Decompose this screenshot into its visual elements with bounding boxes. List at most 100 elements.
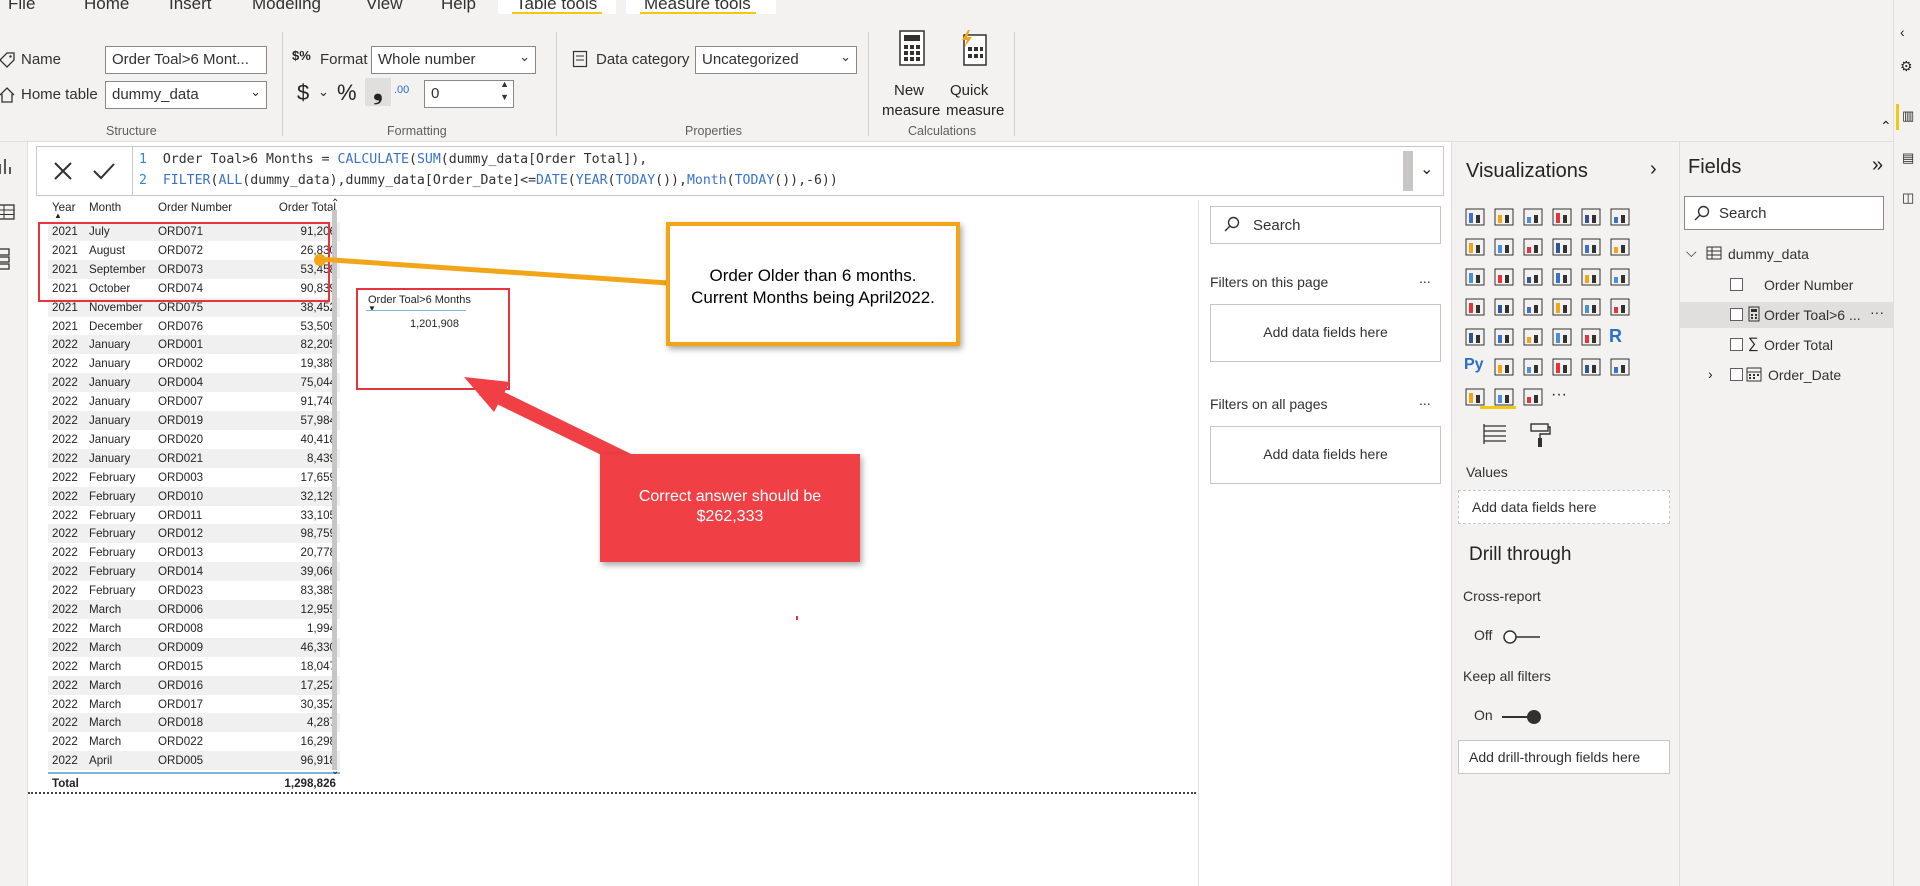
table-visual-icon[interactable]	[1551, 326, 1575, 350]
pane-switch-icon[interactable]: ▤	[1902, 150, 1914, 166]
treemap-icon[interactable]	[1609, 266, 1633, 290]
waterfall-icon[interactable]	[1464, 266, 1488, 290]
orange-connector	[317, 256, 669, 286]
paint-roller-icon[interactable]	[1528, 422, 1552, 453]
key-influencers-icon[interactable]	[1493, 356, 1517, 380]
toggle-switch-icon	[1500, 709, 1542, 724]
power-automate-icon[interactable]	[1522, 386, 1546, 410]
build-visual-icon[interactable]	[1482, 422, 1508, 451]
chevron-down-icon[interactable]: ⌵	[1686, 244, 1697, 261]
filters-on-page-drop[interactable]: Add data fields here	[1210, 304, 1441, 362]
ribbon-chart-icon[interactable]	[1609, 236, 1633, 260]
chevron-right-icon[interactable]: ›	[1708, 366, 1713, 382]
toggle-state: Off	[1474, 627, 1493, 643]
fields-pane: Fields » Search ⌵ dummy_data Order Numbe…	[1679, 142, 1894, 886]
table-name[interactable]: dummy_data	[1728, 246, 1809, 262]
smart-narrative-icon[interactable]	[1580, 356, 1604, 380]
gauge-icon[interactable]	[1580, 296, 1604, 320]
line-column-icon[interactable]	[1551, 236, 1575, 260]
collapse-fields-icon[interactable]: »	[1872, 154, 1883, 177]
gear-icon[interactable]: ⚙	[1900, 58, 1913, 75]
field-item-selected[interactable]: Order Toal>6 ... ···	[1680, 302, 1894, 328]
values-drop-zone[interactable]: Add data fields here	[1458, 490, 1670, 524]
search-icon	[1223, 215, 1241, 238]
paginated-report-icon[interactable]	[1609, 356, 1633, 380]
filters-search-box[interactable]: Search	[1210, 206, 1441, 244]
drill-through-drop-zone[interactable]: Add drill-through fields here	[1458, 740, 1670, 774]
field-item[interactable]: Order Number	[1680, 272, 1894, 298]
keep-filters-toggle[interactable]: On	[1474, 706, 1554, 726]
stacked-area-icon[interactable]	[1522, 236, 1546, 260]
fields-search-placeholder: Search	[1719, 205, 1767, 222]
line-clustered-icon[interactable]	[1580, 236, 1604, 260]
fields-tab-underline	[1480, 406, 1516, 409]
drop-zone-label: Add data fields here	[1472, 499, 1597, 515]
azure-map-icon[interactable]	[1551, 296, 1575, 320]
pane-switch-icon[interactable]: ◫	[1902, 190, 1914, 206]
chevron-left-icon[interactable]: ‹	[1900, 24, 1905, 40]
note-line-2: Current Months being April2022.	[691, 288, 935, 307]
answer-callout: Correct answer should be $262,333	[600, 454, 860, 562]
stacked-bar-icon[interactable]	[1464, 206, 1488, 230]
fields-search-box[interactable]: Search	[1684, 196, 1884, 230]
field-checkbox[interactable]	[1730, 368, 1743, 381]
filled-map-icon[interactable]	[1493, 296, 1517, 320]
python-visual-icon[interactable]: Py	[1464, 356, 1488, 380]
map-icon[interactable]	[1464, 296, 1488, 320]
keep-filters-label: Keep all filters	[1463, 668, 1551, 684]
field-label: Order Number	[1764, 277, 1854, 293]
decomposition-tree-icon[interactable]	[1522, 356, 1546, 380]
toggle-switch-icon	[1502, 629, 1540, 644]
clustered-bar-icon[interactable]	[1522, 206, 1546, 230]
multi-row-card-icon[interactable]	[1464, 326, 1488, 350]
field-checkbox[interactable]	[1730, 338, 1743, 351]
sigma-icon: ∑	[1748, 335, 1759, 352]
active-indicator	[1896, 104, 1899, 130]
table-icon	[1706, 246, 1722, 265]
100-column-icon[interactable]	[1609, 206, 1633, 230]
qa-icon[interactable]	[1551, 356, 1575, 380]
slicer-icon[interactable]	[1522, 326, 1546, 350]
filters-all-pages-label: Filters on all pages	[1210, 396, 1328, 412]
field-item[interactable]: › Order_Date	[1680, 362, 1894, 388]
field-checkbox[interactable]	[1730, 278, 1743, 291]
clustered-column-icon[interactable]	[1551, 206, 1575, 230]
matrix-icon[interactable]	[1580, 326, 1604, 350]
collapse-pane-icon[interactable]: ›	[1650, 158, 1657, 181]
100-bar-icon[interactable]	[1580, 206, 1604, 230]
line-chart-icon[interactable]	[1464, 236, 1488, 260]
shape-map-icon[interactable]	[1522, 296, 1546, 320]
drop-zone-label: Add data fields here	[1263, 446, 1388, 462]
cross-report-toggle[interactable]: Off	[1474, 626, 1554, 646]
more-options-icon[interactable]: ...	[1419, 270, 1431, 286]
card-icon[interactable]	[1609, 296, 1633, 320]
donut-chart-icon[interactable]	[1580, 266, 1604, 290]
more-visuals-icon[interactable]: ···	[1551, 386, 1575, 410]
more-options-icon[interactable]: ···	[1870, 304, 1884, 320]
scatter-icon[interactable]	[1522, 266, 1546, 290]
fields-title: Fields	[1688, 156, 1742, 178]
filters-search-placeholder: Search	[1253, 217, 1301, 234]
pie-chart-icon[interactable]	[1551, 266, 1575, 290]
collapse-ribbon-icon[interactable]: ⌃	[1880, 118, 1892, 135]
note-line-1: Order Older than 6 months.	[709, 266, 917, 285]
stacked-column-icon[interactable]	[1493, 206, 1517, 230]
more-options-icon[interactable]: ...	[1419, 392, 1431, 408]
field-checkbox[interactable]	[1730, 308, 1743, 321]
field-label: Order_Date	[1768, 367, 1842, 383]
area-chart-icon[interactable]	[1493, 236, 1517, 260]
field-item[interactable]: ∑ Order Total	[1680, 332, 1894, 358]
drop-zone-label: Add data fields here	[1263, 324, 1388, 340]
pane-switch-icon[interactable]: ▥	[1902, 108, 1914, 124]
kpi-icon[interactable]	[1493, 326, 1517, 350]
filters-on-page-label: Filters on this page	[1210, 274, 1329, 290]
values-label: Values	[1466, 464, 1508, 480]
r-visual-icon[interactable]: R	[1609, 326, 1633, 350]
funnel-icon[interactable]	[1493, 266, 1517, 290]
measure-calculator-icon	[1748, 306, 1760, 327]
orange-connector-dot	[314, 254, 326, 266]
right-edge-rail: ‹ ⚙ ▥ ▤ ◫	[1893, 0, 1920, 886]
visualizations-title: Visualizations	[1466, 160, 1588, 182]
visualizations-pane: Visualizations › R Py ··· Values Add data …	[1451, 142, 1679, 886]
filters-all-pages-drop[interactable]: Add data fields here	[1210, 426, 1441, 484]
